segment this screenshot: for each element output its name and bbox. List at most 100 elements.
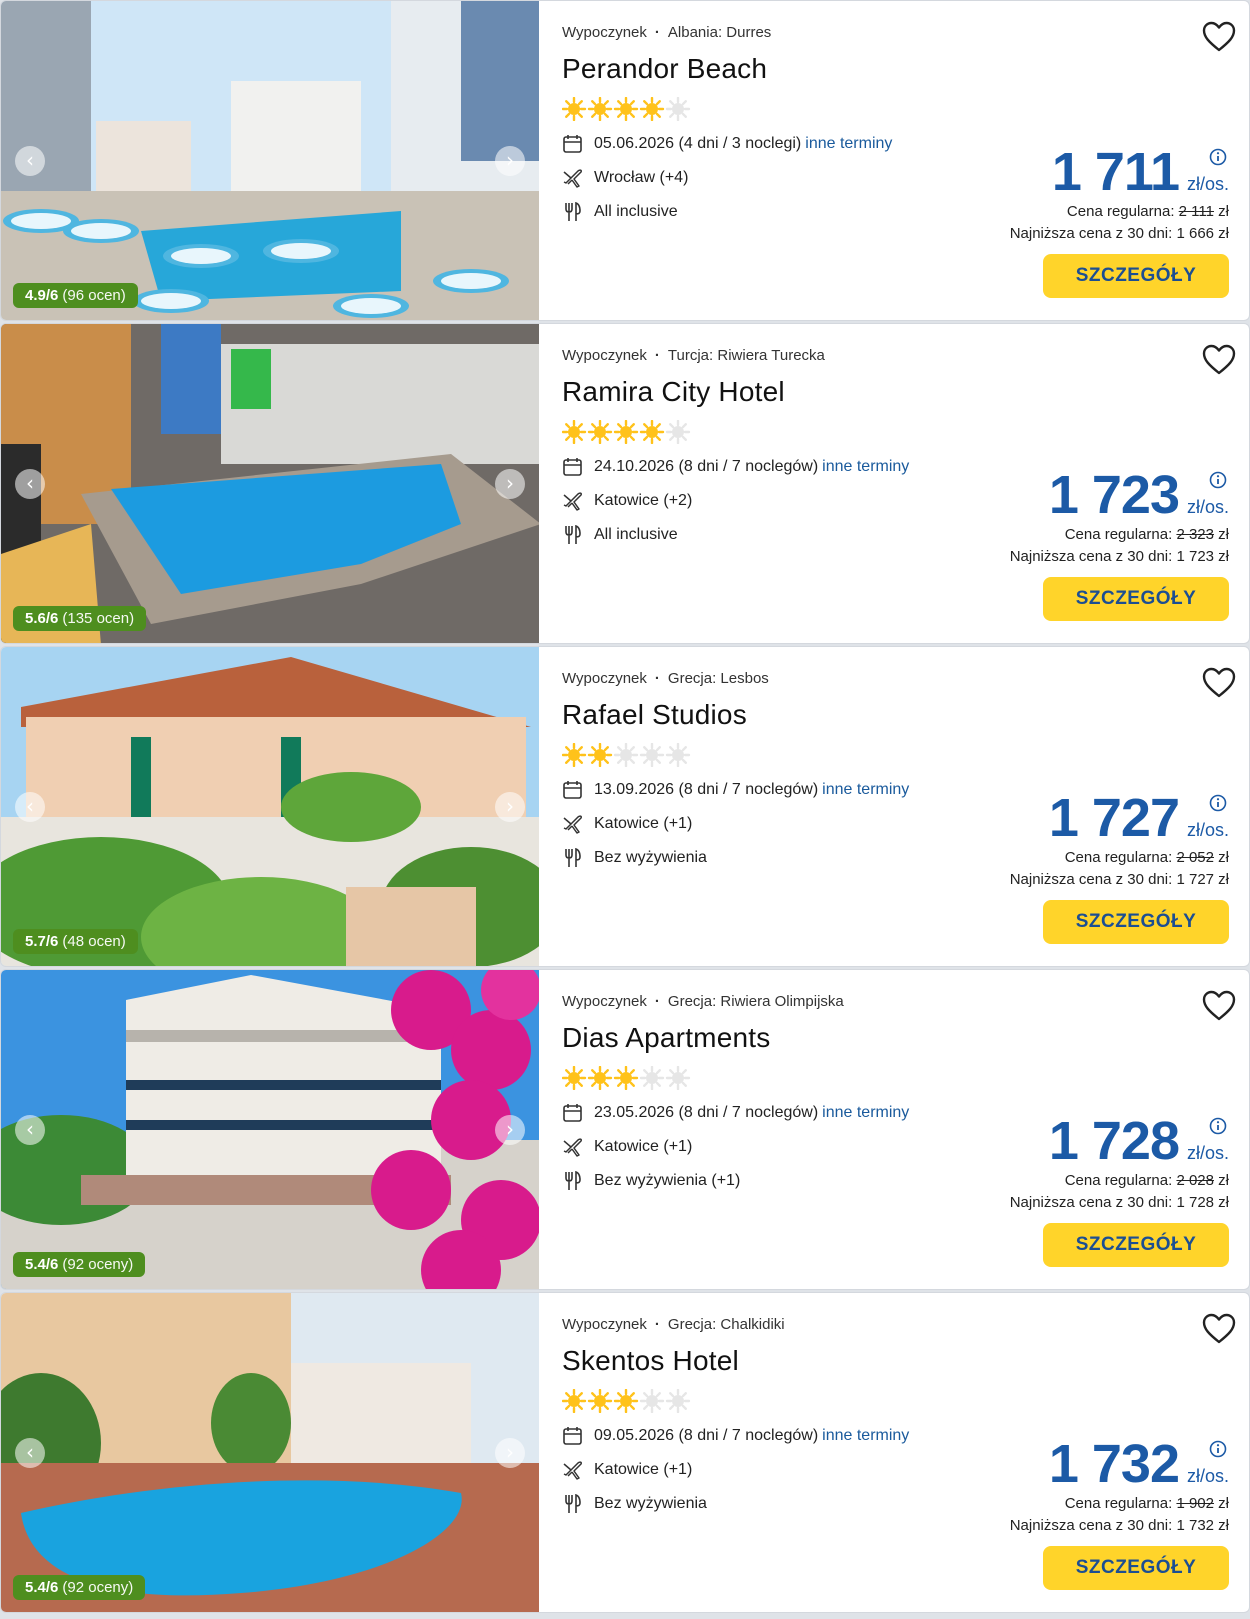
offer-card[interactable]: ‹ › 4.9/6 (96 ocen) Wypoczynek · Albania: D…	[0, 0, 1250, 321]
lowest-price: Najniższa cena z 30 dni: 1 666 zł	[1009, 225, 1229, 242]
details-button[interactable]: SZCZEGÓŁY	[1043, 254, 1229, 298]
departure-row: Katowice (+1)	[562, 1137, 692, 1157]
sun-star-filled-icon	[613, 419, 639, 445]
departure-text: Wrocław (+4)	[594, 169, 689, 187]
plane-icon	[563, 1461, 582, 1480]
sun-star-empty-icon	[665, 742, 691, 768]
cutlery-icon	[565, 525, 581, 544]
chevron-left-icon[interactable]: ‹	[15, 145, 45, 176]
heart-icon[interactable]	[1201, 19, 1237, 55]
regular-price: Cena regularna: 2 111 zł	[1067, 203, 1229, 220]
offer-card[interactable]: ‹ › 5.7/6 (48 ocen) Wypoczynek · Grecja: Le…	[0, 646, 1250, 967]
category-label: Wypoczynek	[562, 1316, 647, 1333]
location-label: Grecja: Chalkidiki	[667, 1316, 785, 1333]
hotel-photo[interactable]: ‹ › 5.4/6 (92 oceny)	[1, 970, 539, 1289]
chevron-left-icon[interactable]: ‹	[15, 1114, 45, 1145]
hotel-name[interactable]: Perandor Beach	[562, 53, 767, 85]
heart-icon[interactable]	[1201, 988, 1237, 1024]
lowest-price: Najniższa cena z 30 dni: 1 723 zł	[1009, 548, 1229, 565]
hotel-name[interactable]: Dias Apartments	[562, 1022, 770, 1054]
heart-icon[interactable]	[1201, 665, 1237, 701]
stars-icon	[561, 1388, 691, 1414]
cutlery-icon	[565, 848, 581, 867]
board-row: Bez wyżywienia	[562, 1494, 707, 1514]
location-label: Grecja: Lesbos	[667, 670, 769, 687]
other-dates-link[interactable]: inne terminy	[805, 135, 892, 152]
date-text: 05.06.2026 (4 dni / 3 noclegi)	[594, 135, 802, 153]
regular-price: Cena regularna: 2 028 zł	[1065, 1172, 1229, 1189]
hotel-name[interactable]: Rafael Studios	[562, 699, 747, 731]
sun-star-empty-icon	[639, 1388, 665, 1414]
details-button[interactable]: SZCZEGÓŁY	[1043, 577, 1229, 621]
hotel-name[interactable]: Ramira City Hotel	[562, 376, 785, 408]
sun-star-filled-icon	[613, 1065, 639, 1091]
regular-label: Cena regularna:	[1064, 849, 1173, 866]
hotel-photo[interactable]: ‹ › 5.4/6 (92 oceny)	[1, 1293, 539, 1612]
date-text: 09.05.2026 (8 dni / 7 noclegów)	[594, 1427, 819, 1445]
offer-card[interactable]: ‹ › 5.4/6 (92 oceny) Wypoczynek · Grecja: C…	[0, 1292, 1250, 1613]
price-block: 1 728 zł/os.	[1049, 1110, 1229, 1172]
chevron-right-icon[interactable]: ›	[495, 1437, 525, 1468]
sun-star-empty-icon	[613, 742, 639, 768]
hotel-photo[interactable]: ‹ › 5.6/6 (135 ocen)	[1, 324, 539, 643]
stars-icon	[561, 1065, 691, 1091]
details-button[interactable]: SZCZEGÓŁY	[1043, 1546, 1229, 1590]
info-icon[interactable]	[1209, 1117, 1227, 1135]
chevron-left-icon[interactable]: ‹	[15, 791, 45, 822]
offer-info: Wypoczynek · Grecja: Chalkidiki Skentos Ho…	[561, 1293, 1249, 1612]
sun-star-empty-icon	[665, 1388, 691, 1414]
price-value: 1 723	[1048, 465, 1180, 525]
chevron-right-icon[interactable]: ›	[495, 1114, 525, 1145]
details-button[interactable]: SZCZEGÓŁY	[1043, 900, 1229, 944]
hotel-image	[1, 1, 539, 320]
other-dates-link[interactable]: inne terminy	[822, 781, 909, 798]
heart-icon[interactable]	[1201, 1311, 1237, 1347]
other-dates-link[interactable]: inne terminy	[822, 1427, 909, 1444]
info-icon[interactable]	[1209, 1440, 1227, 1458]
regular-label: Cena regularna:	[1064, 526, 1173, 543]
rating-badge: 5.4/6 (92 oceny)	[13, 1575, 146, 1600]
price-value: 1 727	[1048, 788, 1180, 848]
hotel-photo[interactable]: ‹ › 5.7/6 (48 ocen)	[1, 647, 539, 966]
regular-value: 2 028	[1176, 1172, 1214, 1189]
hotel-name[interactable]: Skentos Hotel	[562, 1345, 739, 1377]
departure-row: Katowice (+1)	[562, 814, 692, 834]
price-value: 1 728	[1048, 1111, 1180, 1171]
other-dates-link[interactable]: inne terminy	[822, 458, 909, 475]
offer-category: Wypoczynek · Grecja: Riwiera Olimpijska	[562, 993, 844, 1010]
offer-card[interactable]: ‹ › 5.4/6 (92 oceny) Wypoczynek · Grecja: R…	[0, 969, 1250, 1290]
price-block: 1 727 zł/os.	[1049, 787, 1229, 849]
date-row: 05.06.2026 (4 dni / 3 noclegi) inne termi…	[562, 134, 892, 154]
details-button[interactable]: SZCZEGÓŁY	[1043, 1223, 1229, 1267]
info-icon[interactable]	[1209, 148, 1227, 166]
cutlery-icon	[565, 1171, 581, 1190]
lowest-price: Najniższa cena z 30 dni: 1 727 zł	[1009, 871, 1229, 888]
offer-card[interactable]: ‹ › 5.6/6 (135 ocen) Wypoczynek · Turcja: R…	[0, 323, 1250, 644]
rating-badge: 5.7/6 (48 ocen)	[13, 929, 138, 954]
chevron-right-icon[interactable]: ›	[495, 791, 525, 822]
offer-info: Wypoczynek · Albania: Durres Perandor Beac…	[561, 1, 1249, 320]
hotel-image	[1, 970, 539, 1289]
chevron-right-icon[interactable]: ›	[495, 145, 525, 176]
chevron-left-icon[interactable]: ‹	[15, 468, 45, 499]
other-dates-link[interactable]: inne terminy	[822, 1104, 909, 1121]
category-label: Wypoczynek	[562, 670, 647, 687]
heart-icon[interactable]	[1201, 342, 1237, 378]
info-icon[interactable]	[1209, 471, 1227, 489]
sun-star-filled-icon	[561, 96, 587, 122]
departure-row: Katowice (+2)	[562, 491, 692, 511]
calendar-icon	[563, 135, 582, 153]
calendar-icon	[563, 781, 582, 799]
hotel-photo[interactable]: ‹ › 4.9/6 (96 ocen)	[1, 1, 539, 320]
offer-info: Wypoczynek · Grecja: Lesbos Rafael Studios…	[561, 647, 1249, 966]
separator: ·	[654, 24, 660, 41]
stars-icon	[561, 419, 691, 445]
hotel-image	[1, 1293, 539, 1612]
chevron-right-icon[interactable]: ›	[495, 468, 525, 499]
board-row: Bez wyżywienia	[562, 848, 707, 868]
chevron-left-icon[interactable]: ‹	[15, 1437, 45, 1468]
info-icon[interactable]	[1209, 794, 1227, 812]
board-text: Bez wyżywienia	[594, 849, 707, 867]
rating-badge: 4.9/6 (96 ocen)	[13, 283, 138, 308]
sun-star-empty-icon	[639, 1065, 665, 1091]
